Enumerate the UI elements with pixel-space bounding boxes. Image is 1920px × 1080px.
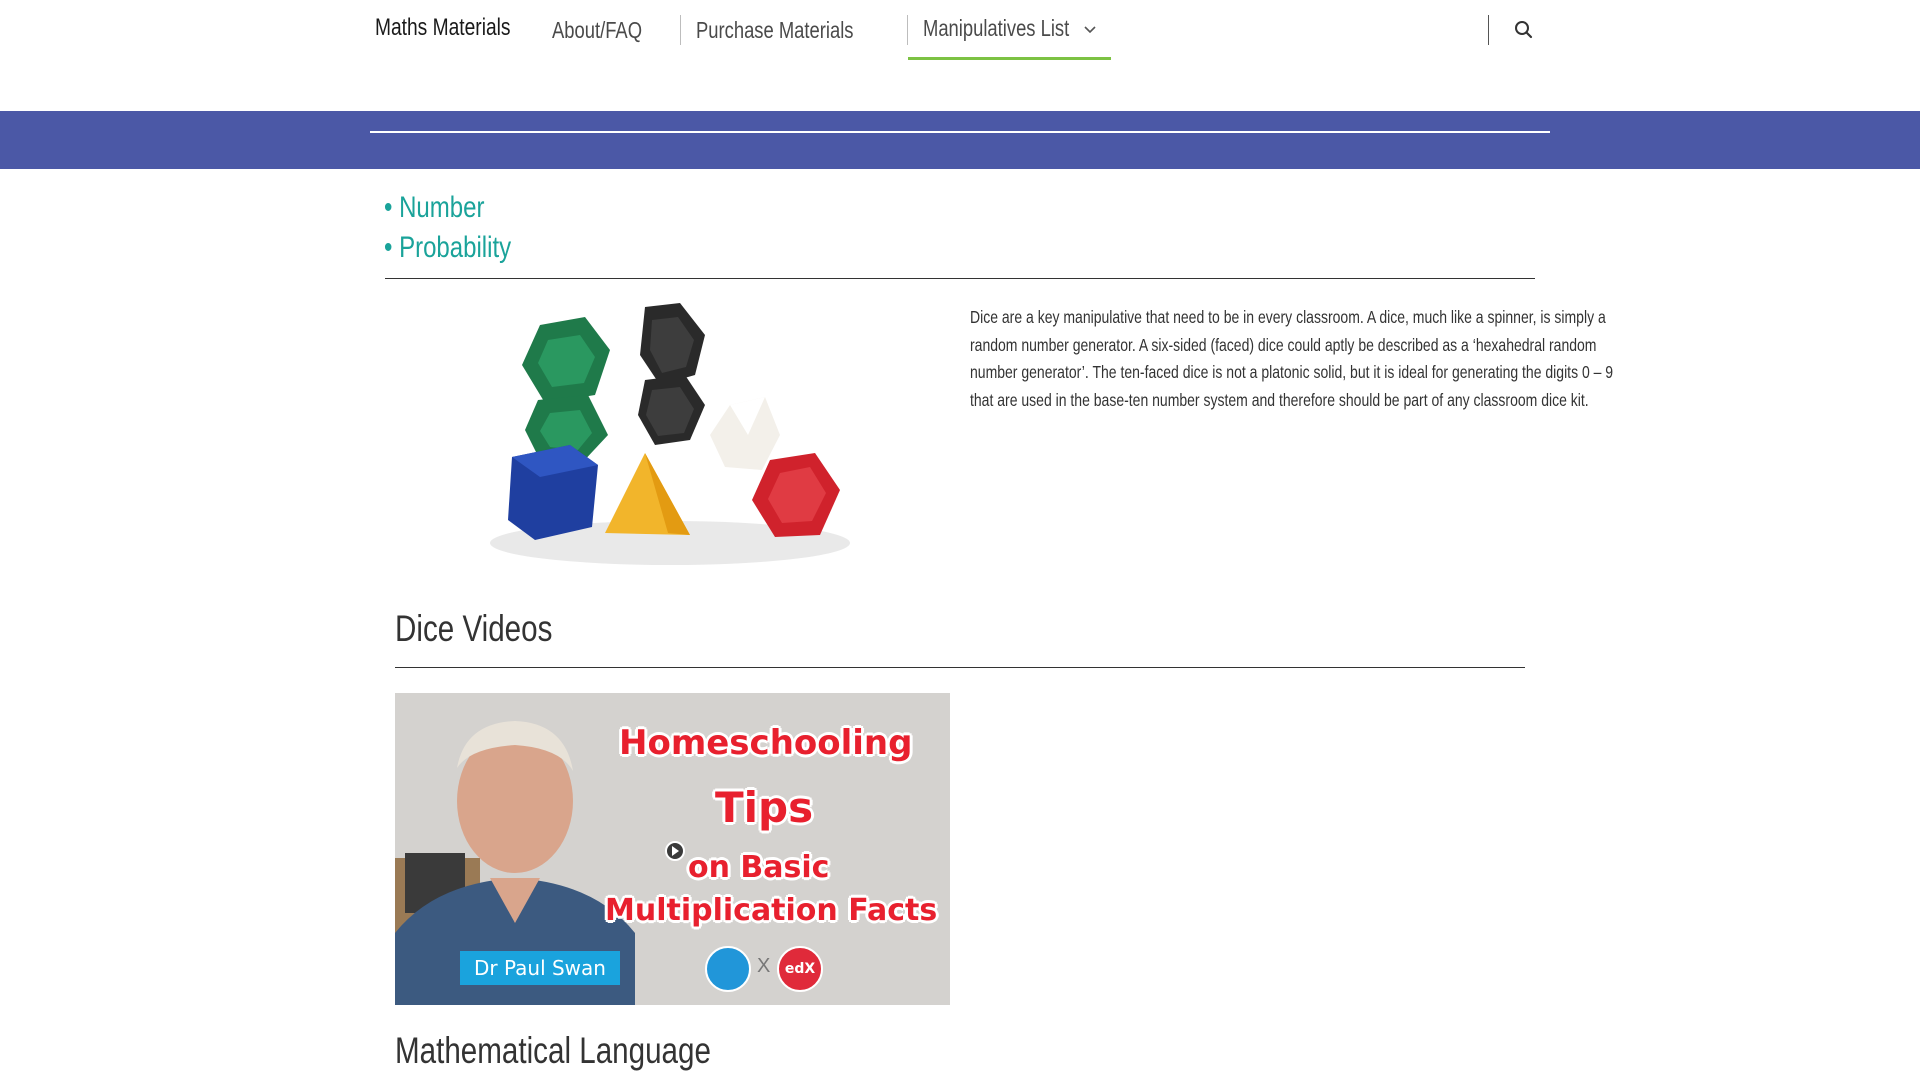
dice-description: Dice are a key manipulative that need to… [970, 307, 1614, 410]
nav-about-faq[interactable]: About/FAQ [537, 0, 680, 60]
dice-image [480, 295, 860, 575]
category-link-number[interactable]: • Number [384, 188, 543, 228]
nav-manipulatives-list[interactable]: Manipulatives List [908, 0, 1112, 60]
video-title-line: on Basic [688, 850, 830, 885]
category-list: • Number • Probability [384, 188, 543, 268]
section-divider [385, 278, 1535, 279]
main-nav: About/FAQ Purchase Materials Manipulativ… [537, 0, 1112, 60]
brand-logo-icon [705, 946, 751, 992]
search-icon[interactable] [1512, 18, 1536, 42]
presenter-badge: Dr Paul Swan [460, 951, 620, 985]
section-heading-mathematical-language: Mathematical Language [395, 1030, 711, 1071]
title-band [0, 111, 1920, 169]
chevron-down-icon [1084, 21, 1096, 39]
play-icon[interactable] [665, 841, 685, 861]
header-divider [1488, 15, 1489, 45]
video-title-line: Tips [715, 783, 814, 832]
nav-purchase-materials[interactable]: Purchase Materials [681, 0, 908, 60]
video-title-line: Multiplication Facts [605, 893, 938, 928]
video-thumbnail[interactable]: Homeschooling Tips on Basic Multiplicati… [395, 693, 950, 1005]
video-title-line: Homeschooling [619, 723, 913, 763]
edx-logo: edX [777, 946, 823, 992]
x-mark: X [757, 955, 771, 977]
category-link-probability[interactable]: • Probability [384, 228, 543, 268]
band-rule [370, 131, 1550, 133]
section-divider [395, 667, 1525, 668]
site-title[interactable]: Maths Materials [375, 14, 544, 42]
section-heading-dice-videos: Dice Videos [395, 608, 553, 649]
